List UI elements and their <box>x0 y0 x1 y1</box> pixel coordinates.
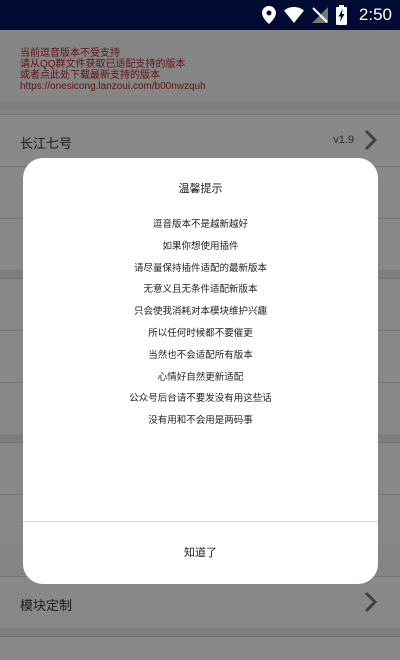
dialog-message: 逗音版本不是越新越好 如果你想使用插件 请尽量保持插件适配的最新版本 无意义且无… <box>23 214 378 432</box>
message-line: 没有用和不会用是两码事 <box>148 415 253 427</box>
clock: 2:50 <box>358 5 392 24</box>
message-line: 心情好自然更新适配 <box>157 371 244 383</box>
status-bar: 2:50 <box>0 0 400 30</box>
tip-dialog: 温馨提示 逗音版本不是越新越好 如果你想使用插件 请尽量保持插件适配的最新版本 … <box>23 158 378 584</box>
message-line: 只会使我消耗对本模块维护兴趣 <box>133 306 267 318</box>
dialog-title: 温馨提示 <box>178 182 223 195</box>
location-icon <box>261 6 276 24</box>
message-line: 请尽量保持插件适配的最新版本 <box>133 262 267 274</box>
battery-charging-icon <box>335 5 347 25</box>
message-line: 逗音版本不是越新越好 <box>152 219 248 230</box>
message-line: 所以任何时候都不要催更 <box>148 327 253 339</box>
wifi-icon <box>283 7 304 23</box>
message-line: 无意义且无条件适配新版本 <box>143 284 258 296</box>
confirm-button[interactable]: 知道了 <box>23 522 378 584</box>
message-line: 公众号后台请不要发没有用这些话 <box>129 393 272 405</box>
message-line: 如果你想使用插件 <box>162 240 239 252</box>
status-icons: 2:50 <box>261 5 392 25</box>
message-line: 当然也不会适配所有版本 <box>148 349 253 361</box>
no-signal-icon <box>311 7 328 23</box>
